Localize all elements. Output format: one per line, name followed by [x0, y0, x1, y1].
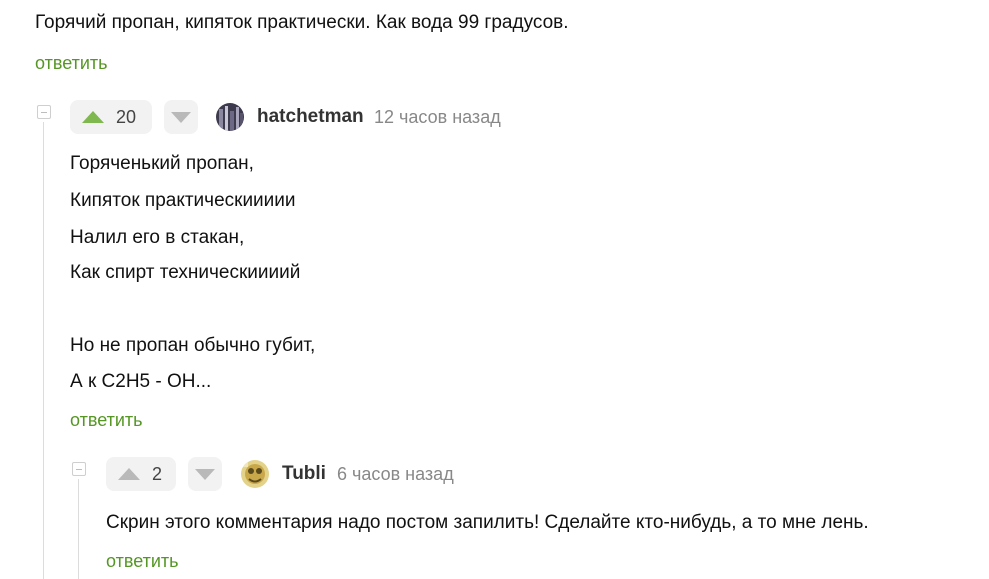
username[interactable]: hatchetman: [257, 106, 364, 128]
thread-line: [43, 122, 44, 579]
avatar-image-icon: [216, 103, 244, 131]
comment-line: Как спирт техническиииий: [70, 262, 301, 283]
comment-line: Но не пропан обычно губит,: [70, 335, 316, 356]
downvote-button[interactable]: [188, 457, 222, 491]
upvote-icon[interactable]: [82, 111, 104, 123]
comment-line: Кипяток практическиииии: [70, 190, 296, 211]
reply-link[interactable]: ответить: [106, 551, 179, 572]
avatar-image-icon: [241, 460, 269, 488]
upvote-icon[interactable]: [118, 468, 140, 480]
collapse-thread-button[interactable]: [72, 462, 86, 476]
comment-line: Налил его в стакан,: [70, 227, 245, 248]
downvote-button[interactable]: [164, 100, 198, 134]
timestamp[interactable]: 6 часов назад: [337, 464, 454, 485]
avatar[interactable]: [216, 103, 244, 131]
avatar[interactable]: [241, 460, 269, 488]
timestamp[interactable]: 12 часов назад: [374, 107, 501, 128]
collapse-thread-button[interactable]: [37, 105, 51, 119]
thread-line: [78, 479, 79, 579]
downvote-icon: [171, 111, 191, 123]
comment-line: Горяченький пропан,: [70, 153, 254, 174]
downvote-icon: [195, 468, 215, 480]
reply-link[interactable]: ответить: [70, 410, 143, 431]
comment-text: Скрин этого комментария надо постом запи…: [106, 512, 869, 533]
parent-comment-text: Горячий пропан, кипяток практически. Как…: [35, 12, 569, 33]
rating-count: 2: [152, 463, 163, 484]
rating-count: 20: [116, 106, 137, 127]
parent-reply-link[interactable]: ответить: [35, 53, 108, 74]
comment-line: А к С2Н5 - ОН...: [70, 371, 212, 392]
upvote-block: 2: [106, 457, 176, 491]
username[interactable]: Tubli: [282, 463, 326, 485]
upvote-block: 20: [70, 100, 152, 134]
